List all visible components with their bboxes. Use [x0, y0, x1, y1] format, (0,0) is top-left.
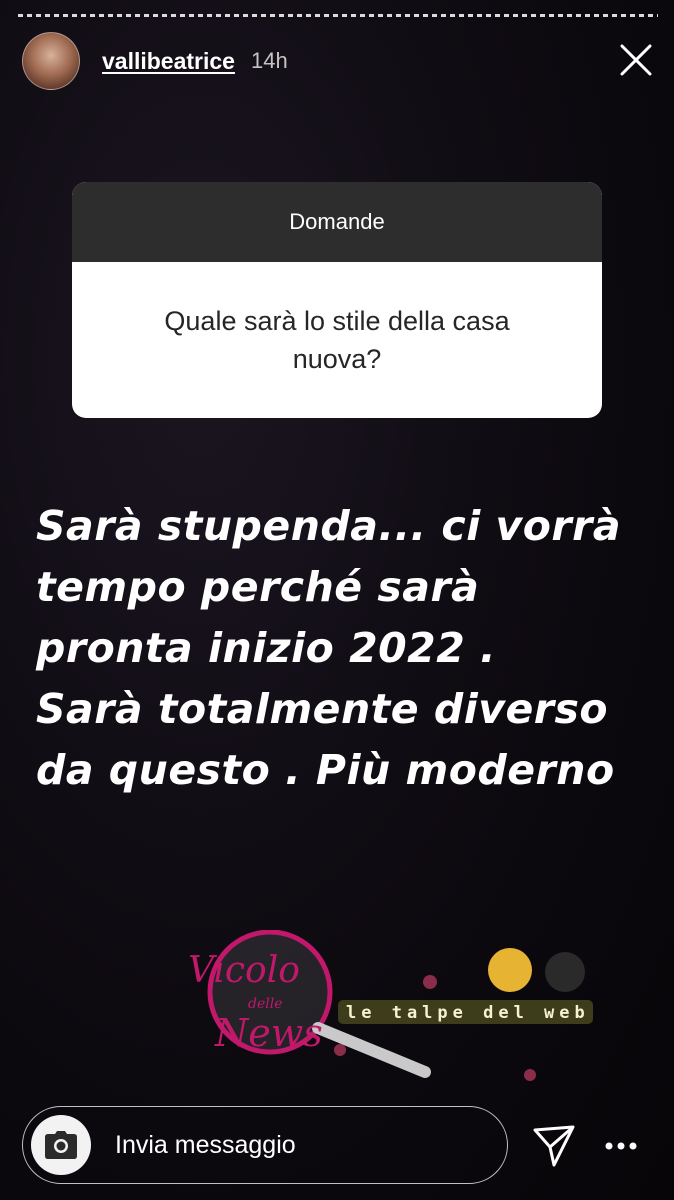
watermark-brand: Vicolo [188, 950, 300, 991]
question-sticker-title: Domande [72, 182, 602, 262]
message-input[interactable]: Invia messaggio [115, 1131, 296, 1160]
story-header: vallibeatrice 14h [22, 32, 656, 90]
close-icon[interactable] [618, 42, 654, 78]
camera-icon [45, 1131, 77, 1159]
send-icon[interactable] [532, 1124, 576, 1168]
more-icon[interactable] [604, 1136, 638, 1156]
question-sticker: Domande Quale sarà lo stile della casa n… [72, 182, 602, 418]
question-text: Quale sarà lo stile della casa nuova? [164, 306, 510, 374]
answer-line: pronta inizio 2022 . [36, 624, 497, 672]
answer-line: da questo . Più moderno [36, 746, 615, 794]
watermark-small: delle [248, 996, 283, 1012]
answer-text: Sarà stupenda... ci vorrà tempo perché s… [36, 496, 656, 801]
watermark-tagline: le talpe del web [346, 1003, 590, 1023]
reply-bar: Invia messaggio [22, 1106, 508, 1184]
story-progress-bar [18, 14, 658, 17]
answer-line: Sarà stupenda... ci vorrà [36, 502, 622, 550]
avatar[interactable] [22, 32, 80, 90]
answer-line: Sarà totalmente diverso [36, 685, 609, 733]
username[interactable]: vallibeatrice [102, 48, 235, 75]
watermark-logo: Vicolo delle News le talpe del web [188, 930, 593, 1081]
watermark-brand-tail: News [214, 1011, 323, 1055]
story-time: 14h [250, 48, 288, 73]
answer-line: tempo perché sarà [36, 563, 480, 611]
camera-button[interactable] [31, 1115, 91, 1175]
